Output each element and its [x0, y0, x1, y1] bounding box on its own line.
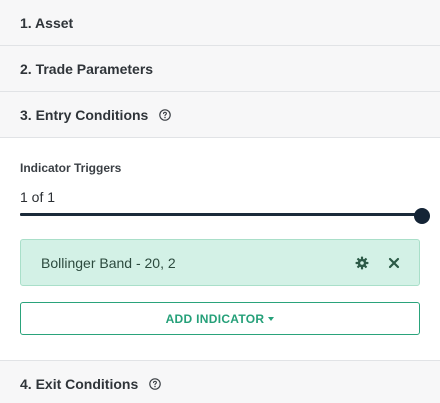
section-entry-conditions-header[interactable]: 3. Entry Conditions	[0, 92, 440, 138]
trigger-slider[interactable]	[20, 208, 430, 224]
indicator-card: Bollinger Band - 20, 2	[20, 239, 420, 286]
slider-fill	[20, 213, 422, 216]
section-exit-conditions-header[interactable]: 4. Exit Conditions	[0, 360, 440, 403]
section-trade-parameters-header[interactable]: 2. Trade Parameters	[0, 46, 440, 92]
section-exit-conditions-title: 4. Exit Conditions	[20, 375, 139, 392]
section-asset-title: 1. Asset	[20, 14, 74, 31]
help-icon[interactable]	[149, 378, 162, 390]
entry-conditions-panel: Indicator Triggers 1 of 1 Bollinger Band…	[0, 138, 440, 360]
section-asset-header[interactable]: 1. Asset	[0, 0, 440, 46]
section-trade-parameters-title: 2. Trade Parameters	[20, 60, 154, 77]
trigger-count-label: 1 of 1	[20, 189, 56, 205]
close-icon[interactable]	[386, 255, 402, 271]
caret-down-icon	[268, 317, 275, 321]
help-icon[interactable]	[159, 109, 172, 121]
add-indicator-label: ADD INDICATOR	[165, 311, 265, 326]
indicator-triggers-label: Indicator Triggers	[20, 161, 122, 175]
section-entry-conditions-title: 3. Entry Conditions	[20, 106, 149, 123]
add-indicator-button[interactable]: ADD INDICATOR	[20, 302, 420, 335]
slider-thumb[interactable]	[414, 208, 430, 224]
gear-icon[interactable]	[354, 255, 370, 271]
indicator-name: Bollinger Band - 20, 2	[41, 254, 176, 271]
